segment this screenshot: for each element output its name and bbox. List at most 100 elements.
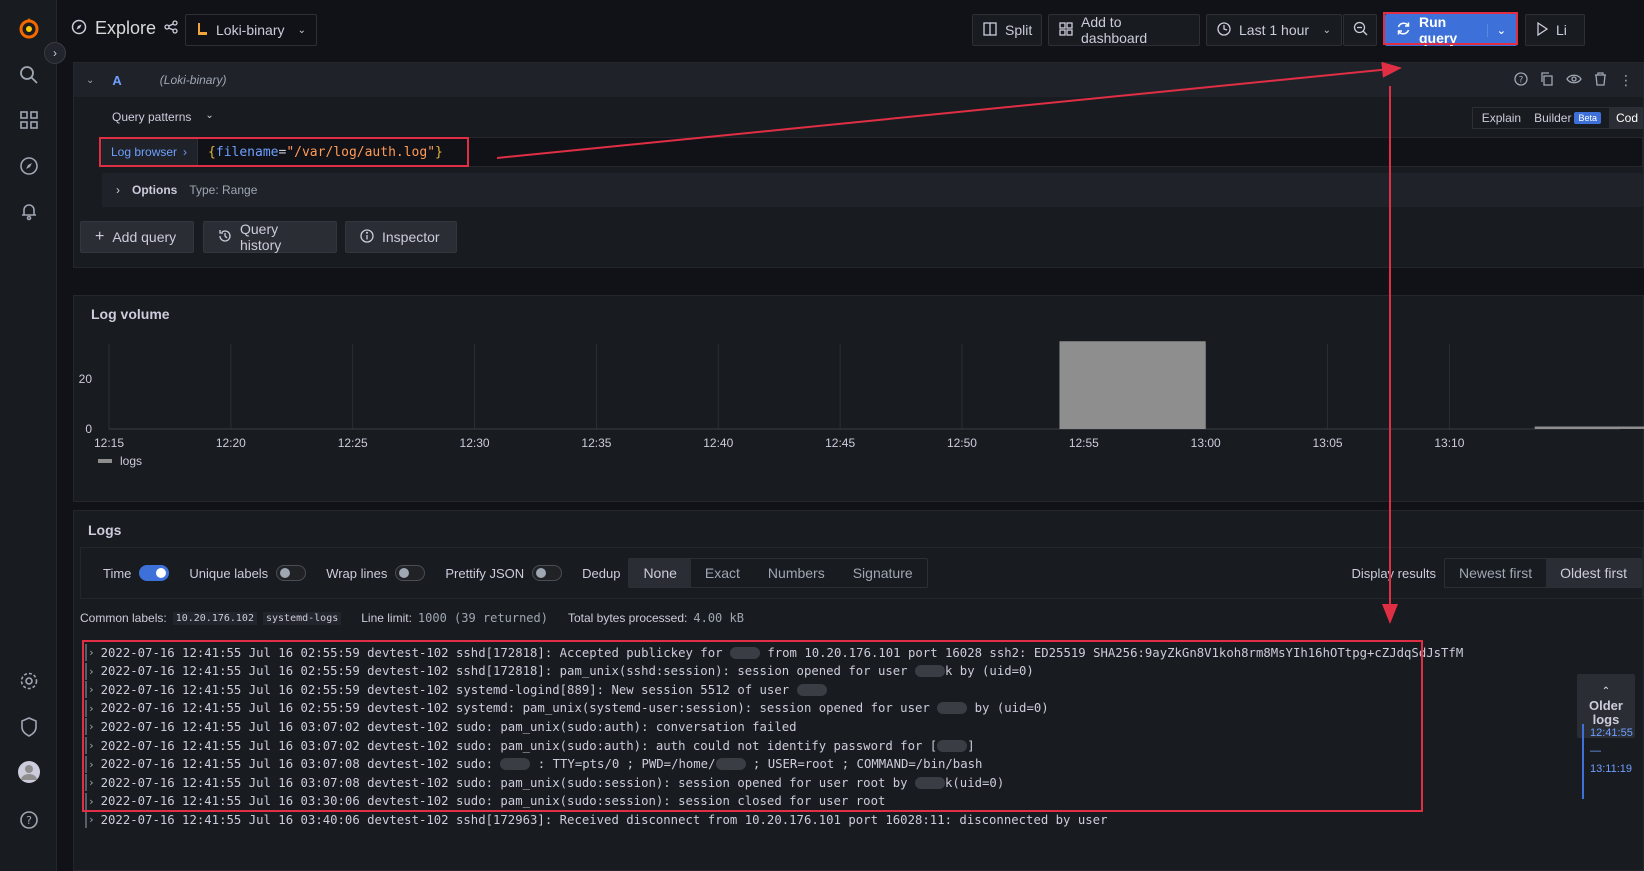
share-icon[interactable] (164, 20, 178, 37)
log-level-indicator (85, 737, 87, 754)
add-to-dashboard-button[interactable]: Add to dashboard (1048, 14, 1200, 46)
plus-icon: + (95, 228, 105, 245)
grafana-logo-icon[interactable] (17, 16, 41, 40)
query-history-button[interactable]: Query history (203, 221, 337, 253)
log-row[interactable]: › 2022-07-16 12:41:55 Jul 16 03:40:06 dev… (85, 810, 1108, 829)
more-vertical-icon[interactable]: ⋮ (1619, 72, 1633, 89)
log-line-text: : TTY=pts/0 ; PWD=/home/ (530, 757, 716, 772)
sidebar-expand-button[interactable]: › (44, 42, 66, 64)
shield-icon[interactable] (17, 715, 41, 739)
dedup-group: Dedup None Exact Numbers Signature (582, 558, 928, 588)
query-ref-id[interactable]: A (112, 73, 121, 88)
mode-code[interactable]: Cod (1608, 108, 1642, 128)
dedup-exact[interactable]: Exact (691, 559, 754, 587)
log-row[interactable]: › 2022-07-16 12:41:55 Jul 16 03:07:08 dev… (85, 773, 1004, 792)
query-options-row[interactable]: › Options Type: Range (102, 173, 1643, 207)
run-query-dropdown-chevron-icon[interactable]: ⌄ (1486, 23, 1506, 37)
bytes-processed-label: Total bytes processed: (567, 611, 688, 625)
oldest-first-option[interactable]: Oldest first (1546, 559, 1641, 587)
live-button[interactable]: Li (1525, 14, 1585, 46)
log-line-text: 2022-07-16 12:41:55 Jul 16 03:40:06 devt… (100, 812, 1108, 827)
x-tick-label: 12:25 (338, 436, 368, 450)
log-row[interactable]: › 2022-07-16 12:41:55 Jul 16 02:55:59 dev… (85, 662, 1034, 681)
expand-chevron-icon[interactable]: › (88, 683, 95, 696)
time-toggle-label: Time (103, 565, 132, 581)
expand-chevron-icon[interactable]: › (88, 720, 95, 733)
log-row[interactable]: › 2022-07-16 12:41:55 Jul 16 02:55:59 dev… (85, 699, 1049, 718)
log-line-text: 2022-07-16 12:41:55 Jul 16 02:55:59 devt… (100, 645, 730, 660)
expand-chevron-icon[interactable]: › (88, 702, 95, 715)
wrap-lines-toggle[interactable] (395, 565, 426, 581)
add-query-button[interactable]: + Add query (80, 221, 194, 253)
expand-chevron-icon[interactable]: › (88, 758, 95, 771)
run-query-button[interactable]: Run query ⌄ (1385, 14, 1517, 46)
x-tick-label: 12:45 (825, 436, 855, 450)
help-icon[interactable]: ? (17, 808, 41, 832)
expand-chevron-icon[interactable]: › (88, 665, 95, 678)
datasource-picker[interactable]: Loki-binary ⌄ (185, 14, 317, 46)
range-start: 12:41:55 (1590, 727, 1633, 739)
redacted-text (915, 665, 945, 678)
user-avatar-icon[interactable] (17, 760, 41, 784)
trash-icon[interactable] (1594, 71, 1607, 89)
explore-icon[interactable] (17, 154, 41, 178)
volume-bar[interactable] (1534, 426, 1644, 429)
log-row[interactable]: › 2022-07-16 12:41:55 Jul 16 03:07:02 dev… (85, 736, 975, 755)
collapse-chevron-icon[interactable]: ⌄ (86, 75, 94, 86)
chevron-down-icon: ⌄ (1322, 24, 1331, 36)
query-patterns-dropdown[interactable]: Query patterns ⌄ (112, 110, 214, 124)
duplicate-icon[interactable] (1540, 71, 1554, 89)
expand-chevron-icon[interactable]: › (88, 776, 95, 789)
expand-chevron-icon[interactable]: › (88, 795, 95, 808)
range-dash: — (1590, 745, 1601, 757)
dedup-none[interactable]: None (629, 559, 691, 587)
dedup-segmented-control: None Exact Numbers Signature (628, 558, 928, 588)
zoom-out-icon (1353, 21, 1368, 39)
expand-chevron-icon[interactable]: › (88, 646, 95, 659)
redacted-text (915, 776, 945, 789)
search-icon[interactable] (17, 63, 41, 87)
zoom-out-button[interactable] (1343, 14, 1377, 46)
info-circle-icon (360, 228, 374, 246)
log-row[interactable]: › 2022-07-16 12:41:55 Jul 16 03:07:02 dev… (85, 717, 797, 736)
newest-first-option[interactable]: Newest first (1445, 559, 1546, 587)
query-expression-input[interactable]: {filename="/var/log/auth.log"} (208, 145, 443, 160)
log-range-navigator[interactable]: 12:41:55 — 13:11:19 (1582, 724, 1638, 799)
line-limit-label: Line limit: (361, 611, 412, 625)
unique-labels-label: Unique labels (189, 565, 269, 581)
time-toggle[interactable] (139, 565, 170, 581)
mode-builder[interactable]: Builder (1530, 111, 1574, 125)
mode-explain[interactable]: Explain (1473, 111, 1530, 125)
expand-chevron-icon[interactable]: › (88, 739, 95, 752)
x-tick-label: 12:15 (94, 436, 124, 450)
chart-legend[interactable]: logs (98, 454, 142, 468)
x-tick-label: 12:40 (703, 436, 733, 450)
options-type: Type: Range (189, 183, 258, 197)
prettify-json-toggle[interactable] (532, 565, 563, 581)
volume-bar[interactable] (1059, 341, 1206, 429)
query-input-row: Log browser › {filename="/var/log/auth.lo… (102, 137, 1643, 167)
inspector-button[interactable]: Inspector (345, 221, 457, 253)
log-level-indicator (85, 644, 87, 661)
query-history-label: Query history (240, 221, 282, 253)
settings-gear-icon[interactable] (17, 669, 41, 693)
x-tick-label: 12:55 (1069, 436, 1099, 450)
log-row[interactable]: › 2022-07-16 12:41:55 Jul 16 03:07:08 dev… (85, 755, 982, 774)
log-row[interactable]: › 2022-07-16 12:41:55 Jul 16 03:30:06 dev… (85, 792, 885, 811)
older-logs-label: Older logs (1589, 698, 1623, 727)
expr-brace-open: { (208, 144, 216, 160)
split-icon (983, 21, 997, 39)
dedup-signature[interactable]: Signature (839, 559, 927, 587)
help-circle-icon[interactable]: ? (1514, 71, 1528, 89)
eye-icon[interactable] (1566, 73, 1582, 88)
dashboards-icon[interactable] (17, 108, 41, 132)
log-row[interactable]: › 2022-07-16 12:41:55 Jul 16 02:55:59 dev… (85, 643, 1463, 662)
expand-chevron-icon[interactable]: › (88, 813, 95, 826)
log-browser-button[interactable]: Log browser › (103, 138, 199, 166)
unique-labels-toggle[interactable] (276, 565, 307, 581)
dedup-numbers[interactable]: Numbers (754, 559, 839, 587)
log-row[interactable]: › 2022-07-16 12:41:55 Jul 16 02:55:59 dev… (85, 680, 827, 699)
alerting-bell-icon[interactable] (17, 199, 41, 223)
time-range-picker[interactable]: Last 1 hour ⌄ (1206, 14, 1342, 46)
split-button[interactable]: Split (972, 14, 1042, 46)
